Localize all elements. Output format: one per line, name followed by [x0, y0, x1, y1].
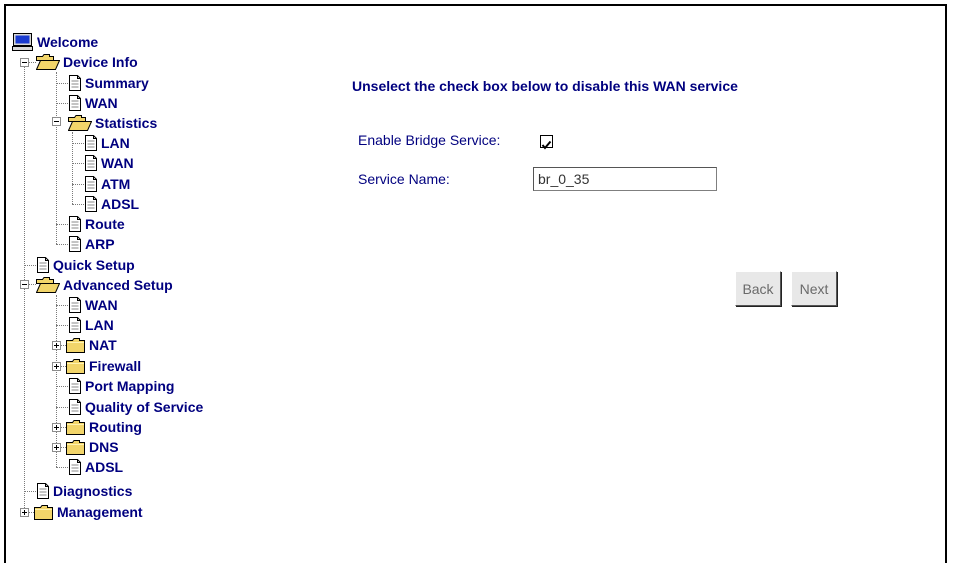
tree-item-port-mapping[interactable]: Port Mapping [68, 376, 174, 396]
tree-item-statistics[interactable]: Statistics [68, 113, 157, 133]
document-icon [84, 155, 98, 171]
document-icon [84, 196, 98, 212]
tree-label: DNS [89, 439, 119, 455]
folder-icon [66, 337, 86, 353]
next-button[interactable]: Next [791, 271, 837, 306]
document-icon [68, 317, 82, 333]
document-icon [68, 459, 82, 475]
tree-item-route[interactable]: Route [68, 214, 125, 234]
tree-label: Quick Setup [53, 257, 135, 273]
document-icon [68, 399, 82, 415]
tree-label: Diagnostics [53, 483, 133, 499]
tree-label: Summary [85, 75, 149, 91]
collapse-statistics-toggle[interactable] [52, 117, 61, 126]
service-name-input[interactable] [533, 167, 717, 191]
tree-item-wan[interactable]: WAN [68, 93, 118, 113]
folder-open-icon [36, 54, 60, 70]
document-icon [84, 176, 98, 192]
tree-item-routing[interactable]: Routing [66, 417, 142, 437]
tree-label: LAN [85, 317, 114, 333]
tree-item-stat-adsl[interactable]: ADSL [84, 194, 139, 214]
tree-label: ADSL [85, 459, 124, 475]
document-icon [68, 95, 82, 111]
tree-item-diagnostics[interactable]: Diagnostics [36, 481, 132, 501]
tree-item-adv-adsl[interactable]: ADSL [68, 457, 123, 477]
tree-item-device-info[interactable]: Device Info [36, 52, 138, 72]
tree-item-stat-lan[interactable]: LAN [84, 133, 130, 153]
folder-icon [66, 439, 86, 455]
document-icon [68, 75, 82, 91]
tree-label: Management [57, 504, 143, 520]
document-icon [68, 297, 82, 313]
expand-dns-toggle[interactable] [52, 443, 61, 452]
document-icon [68, 216, 82, 232]
enable-bridge-checkbox[interactable] [540, 135, 553, 150]
folder-icon [66, 419, 86, 435]
tree-label: Quality of Service [85, 399, 204, 415]
tree-item-nat[interactable]: NAT [66, 335, 117, 355]
folder-open-icon [36, 277, 60, 293]
tree-label: Welcome [37, 34, 99, 50]
tree-label: ATM [101, 176, 131, 192]
expand-nat-toggle[interactable] [52, 341, 61, 350]
checkmark-icon [541, 140, 552, 150]
tree-label: Statistics [95, 115, 158, 131]
tree-label: Route [85, 216, 125, 232]
tree-item-arp[interactable]: ARP [68, 234, 115, 254]
tree-label: Routing [89, 419, 142, 435]
tree-label: NAT [89, 337, 117, 353]
tree-item-quick-setup[interactable]: Quick Setup [36, 255, 135, 275]
folder-icon [34, 504, 54, 520]
tree-item-adv-wan[interactable]: WAN [68, 295, 118, 315]
tree-label: LAN [101, 135, 130, 151]
tree-label: Firewall [89, 358, 142, 374]
document-icon [68, 236, 82, 252]
tree-label: ARP [85, 236, 115, 252]
expand-firewall-toggle[interactable] [52, 362, 61, 371]
expand-management-toggle[interactable] [20, 508, 29, 517]
tree-label: WAN [85, 95, 118, 111]
tree-label: Device Info [63, 54, 138, 70]
tree-item-welcome[interactable]: Welcome [12, 32, 98, 52]
tree-label: WAN [101, 155, 134, 171]
back-button[interactable]: Back [735, 271, 781, 306]
tree-item-advanced-setup[interactable]: Advanced Setup [36, 275, 173, 295]
tree-item-stat-atm[interactable]: ATM [84, 174, 130, 194]
tree-item-dns[interactable]: DNS [66, 437, 119, 457]
computer-icon [12, 33, 33, 51]
expand-routing-toggle[interactable] [52, 423, 61, 432]
tree-label: Advanced Setup [63, 277, 173, 293]
collapse-device-info-toggle[interactable] [20, 58, 29, 67]
tree-item-adv-lan[interactable]: LAN [68, 315, 114, 335]
enable-bridge-label: Enable Bridge Service: [358, 132, 501, 148]
folder-icon [66, 358, 86, 374]
document-icon [36, 257, 50, 273]
document-icon [36, 483, 50, 499]
collapse-advanced-setup-toggle[interactable] [20, 280, 29, 289]
tree-label: Port Mapping [85, 378, 175, 394]
document-icon [68, 378, 82, 394]
tree-label: WAN [85, 297, 118, 313]
tree-item-summary[interactable]: Summary [68, 73, 149, 93]
tree-item-management[interactable]: Management [34, 502, 143, 522]
folder-open-icon [68, 115, 92, 131]
document-icon [84, 135, 98, 151]
tree-item-qos[interactable]: Quality of Service [68, 397, 203, 417]
tree-label: ADSL [101, 196, 140, 212]
page-title: Unselect the check box below to disable … [352, 78, 738, 94]
tree-item-stat-wan[interactable]: WAN [84, 153, 134, 173]
tree-item-firewall[interactable]: Firewall [66, 356, 141, 376]
service-name-label: Service Name: [358, 171, 450, 187]
